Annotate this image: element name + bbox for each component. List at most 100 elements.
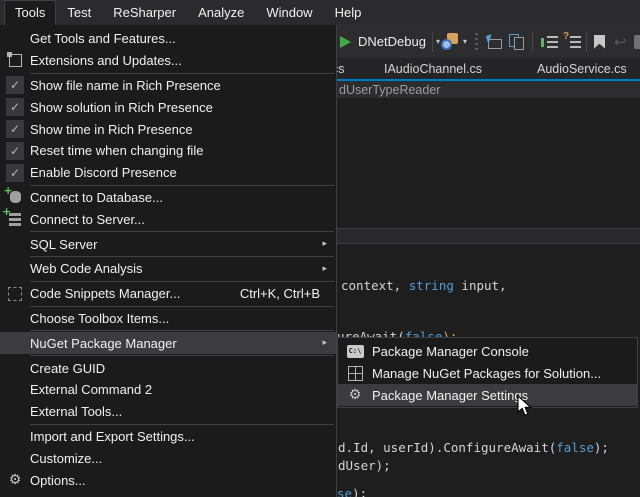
console-icon: C:\ [347, 345, 364, 358]
menu-item-label: Reset time when changing file [30, 143, 336, 158]
server-icon [9, 213, 21, 226]
menu-item-choose-toolbox-items[interactable]: Choose Toolbox Items... [0, 308, 336, 330]
clipped-toolbar-button[interactable] [634, 25, 640, 58]
menu-item-show-file-name-in-rich-presence[interactable]: ✓Show file name in Rich Presence [0, 75, 336, 97]
menu-item-label: Create GUID [30, 361, 336, 376]
menu-item-label: Get Tools and Features... [30, 31, 336, 46]
menu-item-external-command-2[interactable]: External Command 2 [0, 379, 336, 401]
menu-item-get-tools-and-features[interactable]: Get Tools and Features... [0, 28, 336, 50]
submenu-arrow-icon: ▸ [322, 239, 327, 249]
menu-item-label: Show file name in Rich Presence [30, 78, 336, 93]
checkmark-icon: ✓ [6, 164, 24, 182]
undo-icon: ↩ [614, 33, 627, 51]
vs-window: context, string input,ureAwait(false);d.… [0, 0, 640, 497]
format-lines-icon [541, 35, 558, 49]
menu-item-sql-server[interactable]: SQL Server▸ [0, 233, 336, 255]
format-lines-question-icon [564, 35, 581, 49]
code-line: d.Id, userId).ConfigureAwait(false); [338, 440, 609, 455]
editor-tab[interactable]: AudioService.cs [537, 58, 627, 79]
menu-item-web-code-analysis[interactable]: Web Code Analysis▸ [0, 258, 336, 280]
menubar-item-analyze[interactable]: Analyze [187, 0, 255, 25]
menu-item-label: Show solution in Rich Presence [30, 100, 336, 115]
menu-item-enable-discord-presence[interactable]: ✓ Enable Discord Presence [0, 162, 336, 184]
breadcrumb[interactable]: dUserTypeReader [339, 83, 440, 97]
copy-document-icon [509, 34, 524, 50]
nuget-icon [348, 366, 363, 381]
menu-item-external-tools[interactable]: External Tools... [0, 401, 336, 423]
menu-separator [30, 281, 334, 282]
menu-item-create-guid[interactable]: Create GUID [0, 357, 336, 379]
menu-item-label: Package Manager Settings [372, 388, 637, 403]
navigate-to-button[interactable] [486, 25, 502, 58]
menubar-item-tools[interactable]: Tools [4, 0, 56, 25]
gear-icon: ⚙ [9, 473, 22, 487]
menubar-item-window[interactable]: Window [255, 0, 323, 25]
menu-item-code-snippets-manager[interactable]: Code Snippets Manager...Ctrl+K, Ctrl+B [0, 283, 336, 305]
menu-item-package-manager-console[interactable]: C:\ Package Manager Console [338, 340, 637, 362]
database-icon [10, 191, 21, 203]
menu-separator [30, 231, 334, 232]
menu-item-label: Web Code Analysis [30, 261, 336, 276]
menu-item-label: NuGet Package Manager [30, 336, 336, 351]
menu-separator [30, 256, 334, 257]
menu-item-options[interactable]: ⚙ Options... [0, 469, 336, 491]
menu-item-import-and-export-settings[interactable]: Import and Export Settings... [0, 426, 336, 448]
menu-item-label: Show time in Rich Presence [30, 122, 336, 137]
tools-menu-popup: Get Tools and Features... Extensions and … [0, 25, 337, 497]
code-line: context, string input, [341, 278, 507, 293]
find-in-files-icon [441, 33, 458, 50]
menu-item-label: Choose Toolbox Items... [30, 311, 336, 326]
format-lines-button-b[interactable] [564, 25, 581, 58]
editor-tab[interactable]: IAudioChannel.cs [384, 58, 482, 79]
menu-separator [30, 73, 334, 74]
gear-icon: ⚙ [349, 388, 362, 402]
undo-button-disabled[interactable]: ↩ [614, 25, 627, 58]
menu-item-label: Enable Discord Presence [30, 165, 336, 180]
menu-separator [30, 355, 334, 356]
clipped-icon [634, 35, 640, 49]
menu-item-label: Package Manager Console [372, 344, 637, 359]
menu-item-manage-nuget-packages-for-solution[interactable]: Manage NuGet Packages for Solution... [338, 362, 637, 384]
snippets-icon [8, 287, 22, 301]
menu-item-package-manager-settings[interactable]: ⚙ Package Manager Settings [338, 384, 637, 406]
menu-item-connect-to-server[interactable]: Connect to Server... [0, 208, 336, 230]
menu-item-shortcut: Ctrl+K, Ctrl+B [240, 286, 336, 301]
menu-item-label: External Command 2 [30, 382, 336, 397]
bookmark-button[interactable] [594, 25, 605, 58]
grip-icon [475, 33, 478, 51]
menu-item-extensions-and-updates[interactable]: Extensions and Updates... [0, 50, 336, 72]
chevron-down-icon: ▾ [463, 37, 467, 46]
find-in-files-button[interactable] [441, 25, 458, 58]
menubar-item-test[interactable]: Test [56, 0, 102, 25]
toolbar-grip[interactable] [475, 25, 478, 58]
menu-item-customize[interactable]: Customize... [0, 447, 336, 469]
checkmark-icon: ✓ [6, 120, 24, 138]
menu-item-show-solution-in-rich-presence[interactable]: ✓ Show solution in Rich Presence [0, 96, 336, 118]
menu-item-label: Connect to Server... [30, 212, 336, 227]
checkmark-icon: ✓ [6, 142, 24, 160]
run-configuration-label: DNetDebug [358, 34, 426, 49]
menu-item-nuget-package-manager[interactable]: NuGet Package Manager▸ [0, 332, 336, 354]
menu-item-label: Options... [30, 473, 336, 488]
start-debugging-button[interactable] [340, 25, 351, 58]
menu-item-reset-time-when-changing-file[interactable]: ✓ Reset time when changing file [0, 140, 336, 162]
menu-item-label: Customize... [30, 451, 336, 466]
menu-item-label: Extensions and Updates... [30, 53, 336, 68]
menu-separator [30, 306, 334, 307]
menubar-item-resharper[interactable]: ReSharper [102, 0, 187, 25]
menu-item-label: Manage NuGet Packages for Solution... [372, 366, 637, 381]
format-lines-button-a[interactable] [541, 25, 558, 58]
checkmark-icon: ✓ [6, 98, 24, 116]
menu-item-connect-to-database[interactable]: Connect to Database... [0, 187, 336, 209]
code-line: se); [337, 486, 367, 497]
toolbar-separator [532, 25, 533, 58]
menu-item-show-time-in-rich-presence[interactable]: ✓ Show time in Rich Presence [0, 118, 336, 140]
bookmark-icon [594, 35, 605, 49]
submenu-arrow-icon: ▸ [322, 264, 327, 274]
menu-item-label: External Tools... [30, 404, 336, 419]
menu-separator [30, 185, 334, 186]
menubar-item-help[interactable]: Help [324, 0, 373, 25]
run-configuration-dropdown[interactable]: DNetDebug ▾ [358, 25, 440, 58]
find-options-caret[interactable]: ▾ [463, 25, 467, 58]
copy-document-button[interactable] [509, 25, 524, 58]
